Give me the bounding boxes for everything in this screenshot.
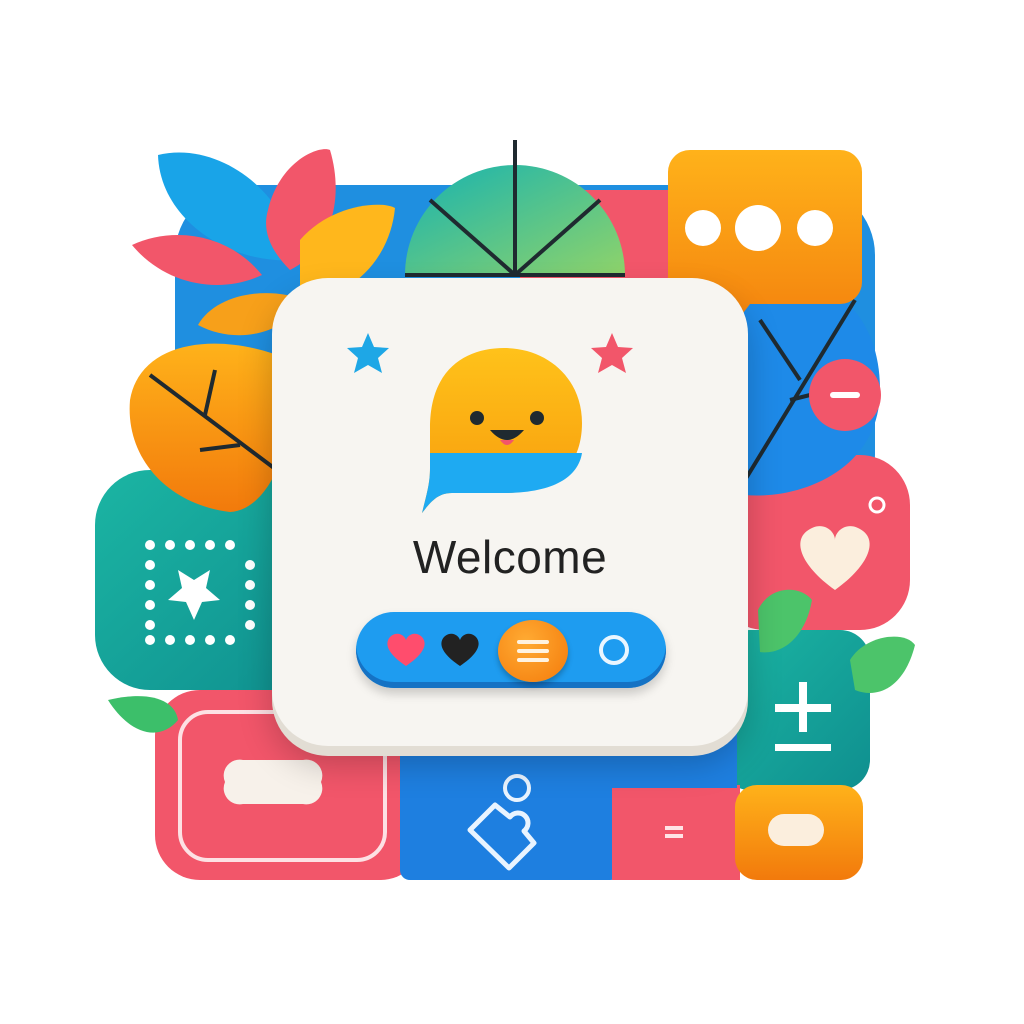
sparkle-icons xyxy=(347,333,633,513)
chat-face-blue-band xyxy=(422,453,582,513)
minus-icon xyxy=(775,744,831,751)
action-toolbar xyxy=(356,612,666,688)
heart-red-icon[interactable] xyxy=(378,622,434,678)
minus-circle-bar xyxy=(830,392,860,398)
left-eye xyxy=(470,411,484,425)
bubble-dot-1 xyxy=(685,210,721,246)
right-eye xyxy=(530,411,544,425)
welcome-card: Welcome xyxy=(272,278,748,746)
circle-icon[interactable] xyxy=(586,622,642,678)
red-star-icon xyxy=(591,333,633,373)
bubble-dot-3 xyxy=(797,210,833,246)
menu-lines-icon xyxy=(517,640,549,662)
welcome-title: Welcome xyxy=(412,531,608,583)
pill-icon xyxy=(768,814,824,846)
equals-icon-bottom xyxy=(665,834,683,838)
menu-icon[interactable] xyxy=(498,620,568,682)
tile-red-small xyxy=(612,785,740,880)
bubble-dot-2 xyxy=(735,205,781,251)
cloud-icon xyxy=(223,759,323,805)
blue-star-icon xyxy=(347,333,389,373)
equals-icon-top xyxy=(665,826,683,830)
plus-icon-v xyxy=(799,682,807,732)
heart-black-icon[interactable] xyxy=(432,622,488,678)
leaf-green-left xyxy=(108,696,178,733)
